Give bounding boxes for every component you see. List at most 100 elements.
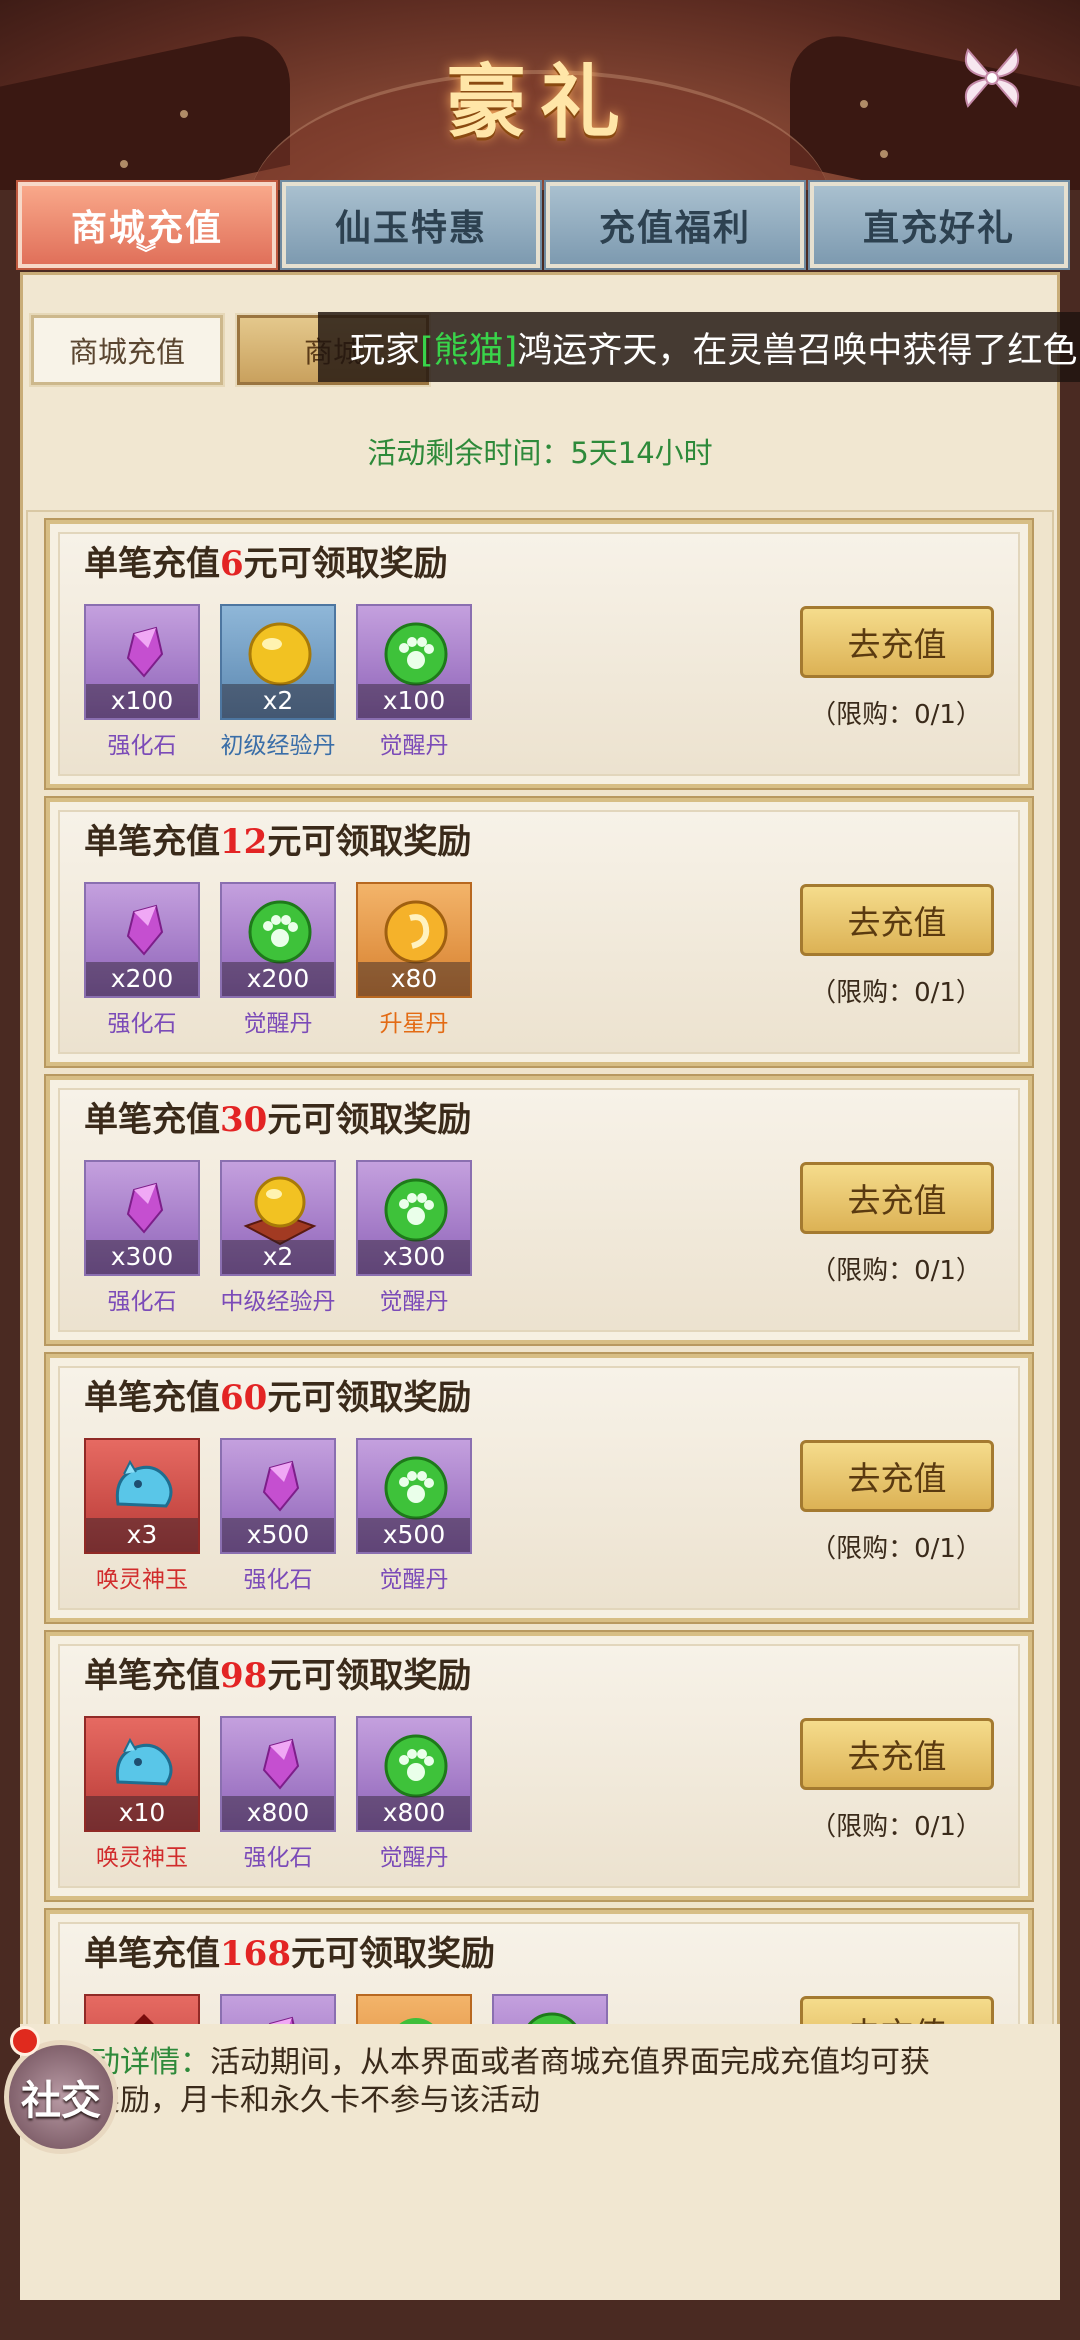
item-name: 觉醒丹 (379, 1845, 449, 1871)
title-text: 单笔充值 (84, 822, 220, 862)
item-quantity: x2 (222, 684, 334, 718)
reward-item[interactable]: x500 觉醒丹 (356, 1438, 472, 1594)
broadcast-marquee: 玩家 [熊猫] 鸿运齐天，在灵兽召唤中获得了红色 (318, 312, 1080, 382)
title-text: 单笔充值 (84, 1100, 220, 1140)
item-slot: x300 (84, 1160, 200, 1276)
tab-recharge-benefits[interactable]: 充值福利 (544, 180, 806, 270)
reward-item[interactable]: x3 唤灵神玉 (84, 1438, 200, 1594)
title-text: 单笔充值 (84, 544, 220, 584)
marquee-text: 鸿运齐天，在灵兽召唤中获得了红色 (517, 330, 1078, 371)
reward-items: x3 唤灵神玉 x500 强化石 x500 觉醒丹 (84, 1438, 472, 1594)
tab-direct-gifts[interactable]: 直充好礼 (808, 180, 1070, 270)
reward-item[interactable]: x100 强化石 (84, 604, 200, 760)
item-name: 升星丹 (379, 1011, 449, 1037)
page-title: 豪礼 (446, 55, 634, 149)
purchase-limit: （限购：0/1） (810, 978, 982, 1008)
item-slot: x200 (220, 882, 336, 998)
social-label: 社交 (21, 2077, 101, 2124)
reward-item[interactable]: x10 唤灵神玉 (84, 1716, 200, 1872)
item-quantity: x80 (358, 962, 470, 996)
reward-card: 单笔充值60元可领取奖励 x3 唤灵神玉 x500 强化石 x500 觉醒丹 去充值 （限购：0… (44, 1352, 1034, 1624)
item-slot: x3 (84, 1438, 200, 1554)
item-name: 觉醒丹 (379, 1289, 449, 1315)
reward-items: x100 强化石 x2 初级经验丹 x100 觉醒丹 (84, 604, 472, 760)
purchase-limit: （限购：0/1） (810, 1812, 982, 1842)
reward-item[interactable]: x800 觉醒丹 (356, 1716, 472, 1872)
recharge-amount: 98 (220, 1656, 268, 1696)
item-slot: x100 (84, 604, 200, 720)
title-text: 单笔充值 (84, 1378, 220, 1418)
tab-jade-discount[interactable]: 仙玉特惠 (280, 180, 542, 270)
item-slot: x300 (356, 1160, 472, 1276)
item-slot: x2 (220, 604, 336, 720)
card-title: 单笔充值60元可领取奖励 (84, 1370, 471, 1419)
item-quantity: x200 (86, 962, 198, 996)
item-quantity: x800 (358, 1796, 470, 1830)
item-quantity: x100 (86, 684, 198, 718)
item-name: 强化石 (107, 1011, 177, 1037)
reward-list[interactable]: 单笔充值6元可领取奖励 x100 强化石 x2 初级经验丹 x100 觉醒丹 去充值 （限购：0… (26, 510, 1054, 2030)
item-name: 觉醒丹 (379, 733, 449, 759)
bottom-frame (0, 2300, 1080, 2340)
item-quantity: x100 (358, 684, 470, 718)
reward-item[interactable]: x800 强化石 (220, 1716, 336, 1872)
item-name: 强化石 (243, 1567, 313, 1593)
social-button[interactable]: 社交 (4, 2040, 118, 2154)
reward-item[interactable]: x100 觉醒丹 (356, 604, 472, 760)
card-title: 单笔充值98元可领取奖励 (84, 1648, 471, 1697)
tab-label: 仙玉特惠 (334, 207, 487, 249)
item-slot: x200 (84, 882, 200, 998)
activity-detail: 动详情：活动期间，从本界面或者商城充值界面完成充值均可获 奖励，月卡和永久卡不参… (20, 2024, 1060, 2300)
item-quantity: x2 (222, 1240, 334, 1274)
remaining-time: 活动剩余时间：5天14小时 (367, 436, 713, 470)
subtab-mall-recharge[interactable]: 商城充值 (29, 313, 225, 387)
go-recharge-button[interactable]: 去充值 (800, 1718, 994, 1790)
item-slot: x2 (220, 1160, 336, 1276)
reward-items: x200 强化石 x200 觉醒丹 x80 升星丹 (84, 882, 472, 1038)
reward-item[interactable]: x80 升星丹 (356, 882, 472, 1038)
reward-item[interactable]: x2 初级经验丹 (220, 604, 336, 760)
title-text: 元可领取奖励 (243, 544, 448, 584)
item-name: 中级经验丹 (220, 1289, 336, 1315)
reward-item[interactable]: x500 强化石 (220, 1438, 336, 1594)
reward-items: x10 唤灵神玉 x800 强化石 x800 觉醒丹 (84, 1716, 472, 1872)
title-text: 元可领取奖励 (267, 822, 472, 862)
recharge-amount: 6 (220, 544, 244, 584)
marquee-text: 玩家 (350, 330, 421, 371)
card-title: 单笔充值12元可领取奖励 (84, 814, 471, 863)
item-name: 唤灵神玉 (96, 1567, 188, 1593)
reward-item[interactable]: x200 觉醒丹 (220, 882, 336, 1038)
go-recharge-button[interactable]: 去充值 (800, 606, 994, 678)
item-slot: x800 (220, 1716, 336, 1832)
item-quantity: x500 (222, 1518, 334, 1552)
title-text: 元可领取奖励 (290, 1934, 495, 1974)
item-name: 强化石 (243, 1845, 313, 1871)
title-text: 元可领取奖励 (267, 1656, 472, 1696)
item-quantity: x500 (358, 1518, 470, 1552)
item-slot: x10 (84, 1716, 200, 1832)
reward-item[interactable]: x2 中级经验丹 (220, 1160, 336, 1316)
reward-item[interactable]: x300 强化石 (84, 1160, 200, 1316)
chevron-down-icon: ︾ (136, 241, 158, 265)
item-quantity: x10 (86, 1796, 198, 1830)
item-slot: x100 (356, 604, 472, 720)
item-quantity: x3 (86, 1518, 198, 1552)
detail-text: 奖励，月卡和永久卡不参与该活动 (90, 2083, 540, 2118)
tab-label: 充值福利 (598, 207, 751, 249)
go-recharge-button[interactable]: 去充值 (800, 1440, 994, 1512)
detail-text: 活动期间，从本界面或者商城充值界面完成充值均可获 (210, 2045, 930, 2080)
reward-item[interactable]: x300 觉醒丹 (356, 1160, 472, 1316)
go-recharge-button[interactable]: 去充值 (800, 1162, 994, 1234)
reward-item[interactable]: x200 强化石 (84, 882, 200, 1038)
close-button[interactable] (952, 38, 1032, 118)
recharge-amount: 12 (220, 822, 268, 862)
item-quantity: x800 (222, 1796, 334, 1830)
card-title: 单笔充值30元可领取奖励 (84, 1092, 471, 1141)
go-recharge-button[interactable]: 去充值 (800, 884, 994, 956)
item-quantity: x300 (86, 1240, 198, 1274)
recharge-amount: 30 (220, 1100, 268, 1140)
reward-card: 单笔充值6元可领取奖励 x100 强化石 x2 初级经验丹 x100 觉醒丹 去充值 （限购：0… (44, 518, 1034, 790)
header: 豪礼 (0, 0, 1080, 190)
item-slot: x80 (356, 882, 472, 998)
tab-mall-recharge[interactable]: 商城充值 ︾ (16, 180, 278, 270)
